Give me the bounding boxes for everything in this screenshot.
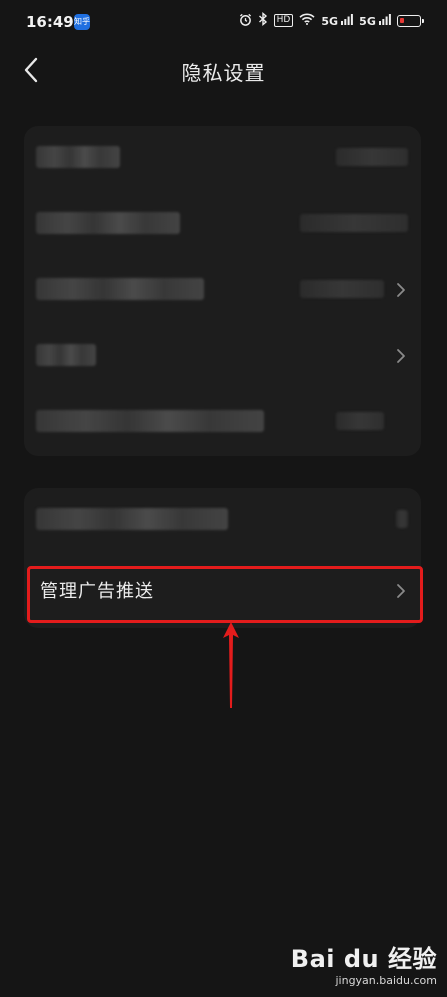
bluetooth-icon — [258, 12, 268, 29]
settings-row-redacted-2[interactable] — [24, 192, 421, 258]
settings-row-redacted-6[interactable] — [24, 488, 421, 554]
redacted-label — [36, 344, 96, 366]
settings-row-redacted-3[interactable] — [24, 258, 421, 324]
settings-row-redacted-4[interactable] — [24, 324, 421, 390]
arrow-up-icon — [223, 622, 239, 708]
redacted-value — [396, 510, 408, 528]
baidu-watermark: Bai du 经验 jingyan.baidu.com — [291, 939, 437, 987]
zhihu-app-icon: 知乎 — [74, 14, 90, 30]
redacted-label — [36, 508, 228, 530]
privacy-settings-group-1 — [24, 126, 421, 456]
chevron-right-icon — [395, 346, 407, 366]
redacted-value — [336, 412, 384, 430]
signal-icon: 5G — [321, 13, 354, 28]
alarm-icon — [239, 13, 252, 29]
status-icons: HD 5G 5G — [239, 12, 424, 29]
status-bar: 16:49 知乎 HD 5G 5G — [0, 0, 447, 44]
baidu-logo: Bai du 经验 — [290, 945, 437, 973]
redacted-value — [336, 148, 408, 166]
chevron-right-icon — [395, 280, 407, 300]
signal-icon-2: 5G — [359, 13, 391, 28]
redacted-label — [36, 212, 180, 234]
settings-row-redacted-5[interactable] — [24, 390, 421, 456]
redacted-value — [300, 280, 384, 298]
settings-row-redacted-1[interactable] — [24, 126, 421, 192]
redacted-label — [36, 410, 264, 432]
redacted-label — [36, 146, 120, 168]
status-time: 16:49 — [26, 13, 74, 31]
redacted-label — [36, 278, 204, 300]
page-title: 隐私设置 — [181, 61, 266, 85]
highlight-box — [27, 566, 423, 623]
navigation-bar: 隐私设置 — [0, 44, 447, 98]
wifi-icon — [299, 13, 315, 28]
network-type-label: 5G — [321, 14, 339, 28]
battery-icon — [397, 14, 424, 27]
watermark-url: jingyan.baidu.com — [335, 974, 437, 987]
network-type-label-2: 5G — [359, 14, 376, 28]
redacted-value — [300, 214, 408, 232]
hd-icon: HD — [273, 14, 294, 27]
